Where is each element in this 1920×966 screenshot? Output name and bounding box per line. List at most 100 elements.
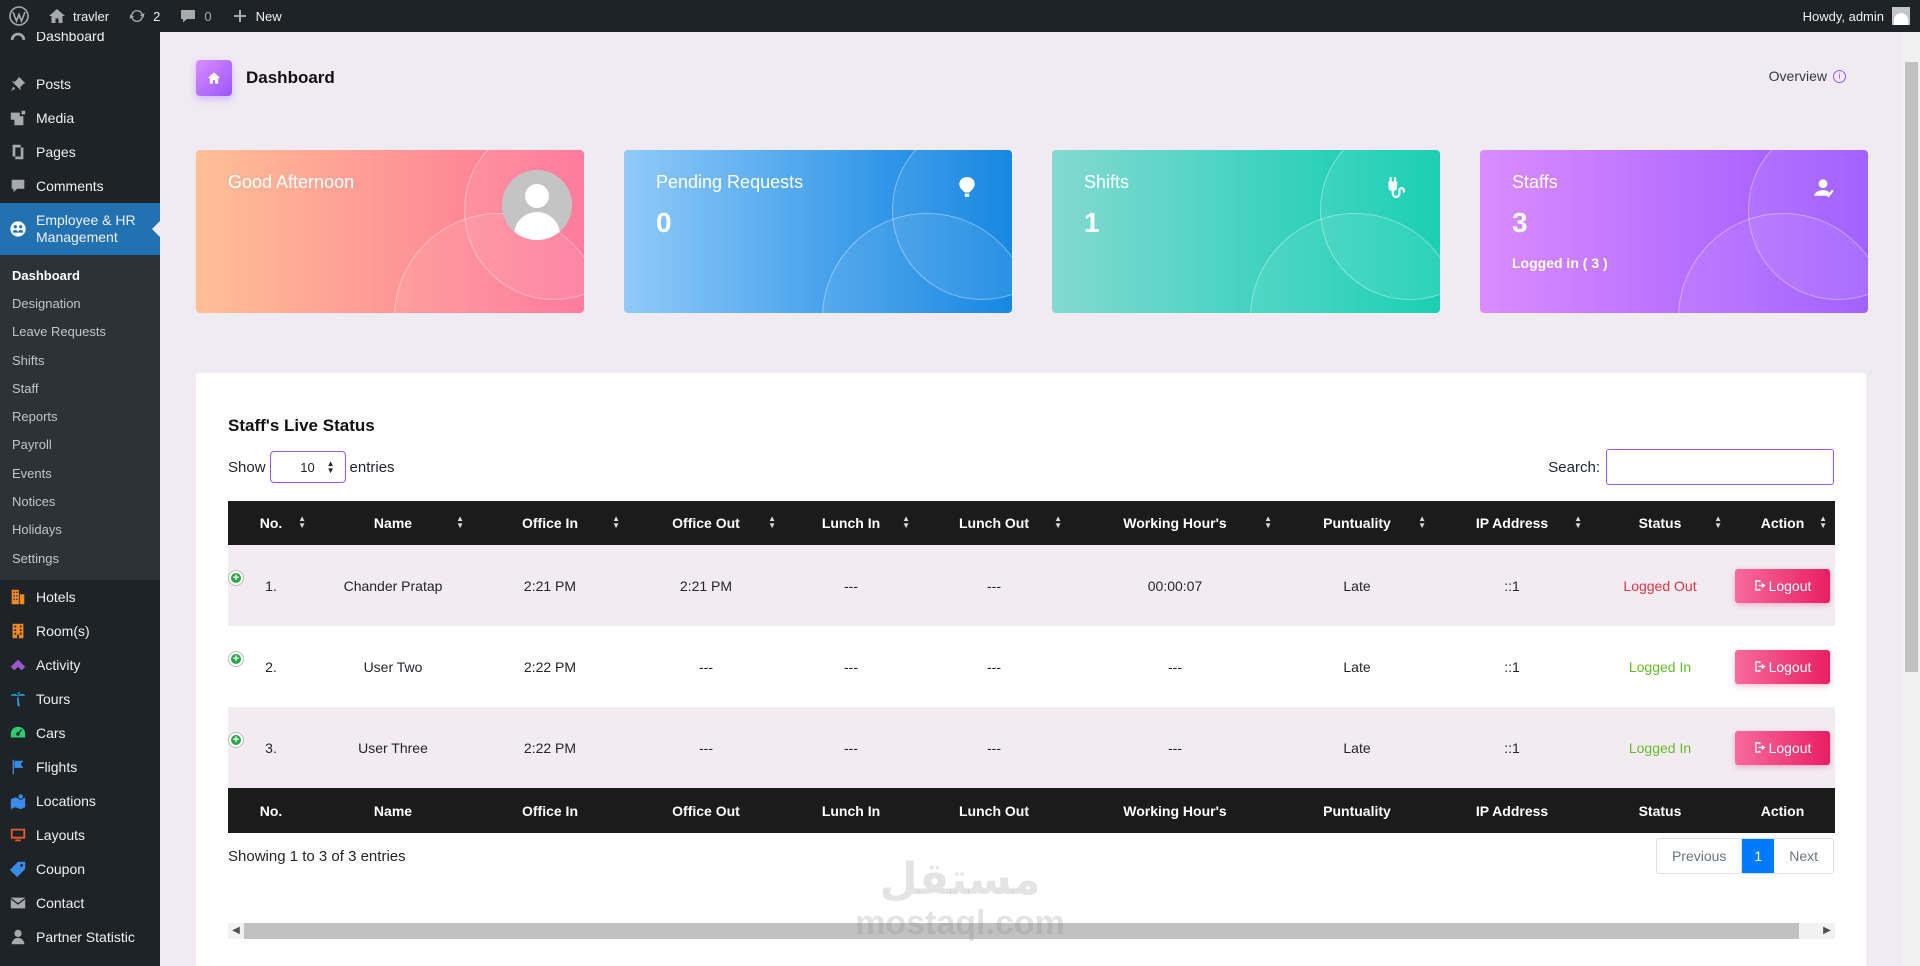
sidebar-label: Media (36, 110, 75, 126)
cell-status: Logged Out (1590, 545, 1730, 626)
home-icon (49, 9, 65, 23)
submenu-item-designation[interactable]: Designation (0, 289, 160, 317)
watermark-arabic: مستقل (879, 854, 1041, 905)
expand-row-icon[interactable]: + (229, 733, 243, 747)
overview-link[interactable]: Overview i (1769, 68, 1846, 84)
logout-button[interactable]: Logout (1735, 730, 1830, 765)
sort-icon: ▲ ▼ (298, 514, 306, 530)
sidebar-label: Employee & HR Management (36, 212, 136, 245)
sidebar-item-contact[interactable]: Contact (0, 886, 160, 920)
submenu-item-events[interactable]: Events (0, 459, 160, 487)
users-icon (8, 219, 28, 239)
info-icon: i (1833, 69, 1846, 83)
plug-icon (1384, 176, 1406, 198)
col-office-out[interactable]: Office Out ▲ ▼ (628, 501, 784, 545)
col-no[interactable]: No. ▲ ▼ (228, 501, 314, 545)
submenu-item-notices[interactable]: Notices (0, 487, 160, 515)
submenu-item-staff[interactable]: Staff (0, 374, 160, 402)
new-content-link[interactable]: New (221, 0, 291, 32)
submenu-item-settings[interactable]: Settings (0, 544, 160, 572)
vertical-scrollbar[interactable] (1903, 32, 1920, 966)
foot-col-working-hours: Working Hour's (1070, 788, 1280, 833)
refresh-icon (129, 9, 145, 23)
next-page-button[interactable]: Next (1774, 839, 1833, 873)
cell-ip: ::1 (1434, 626, 1590, 707)
sidebar-label: Room(s) (36, 623, 90, 640)
watermark-latin: mostaql.com (855, 904, 1065, 942)
sidebar-submenu: Dashboard Designation Leave Requests Shi… (0, 255, 160, 581)
sidebar-item-tours[interactable]: Tours (0, 682, 160, 716)
table-row: +2. User Two 2:22 PM --- --- --- --- Lat… (228, 626, 1835, 707)
entries-label: entries (349, 458, 395, 476)
scroll-right-icon[interactable]: ▶ (1819, 924, 1835, 938)
scroll-left-icon[interactable]: ◀ (228, 924, 244, 938)
wordpress-logo-icon[interactable] (0, 0, 38, 32)
cell-lunch-out: --- (918, 545, 1070, 626)
sidebar-item-pages[interactable]: Pages (0, 135, 160, 169)
col-working-hours[interactable]: Working Hour's ▲ ▼ (1070, 501, 1280, 545)
sidebar-item-dashboard[interactable]: Dashboard (0, 32, 160, 46)
sidebar-item-rooms[interactable]: Room(s) (0, 614, 160, 648)
sidebar-label: Pages (36, 144, 76, 160)
sort-icon: ▲ ▼ (902, 514, 910, 530)
sidebar-item-posts[interactable]: Posts (0, 67, 160, 101)
tag-icon (8, 859, 28, 879)
col-punctuality[interactable]: Puntuality ▲ ▼ (1280, 501, 1434, 545)
entries-select[interactable]: 10 ▲ ▼ (269, 451, 346, 483)
sign-out-icon (1754, 742, 1766, 753)
admin-bar: travler 2 0 New Howdy, admin (0, 0, 1920, 32)
updates-count: 2 (153, 8, 161, 24)
col-lunch-in[interactable]: Lunch In ▲ ▼ (784, 501, 918, 545)
col-ip-address[interactable]: IP Address ▲ ▼ (1434, 501, 1590, 545)
col-lunch-out[interactable]: Lunch Out ▲ ▼ (918, 501, 1070, 545)
pages-icon (8, 142, 28, 162)
sidebar-item-cars[interactable]: Cars (0, 716, 160, 750)
user-avatar (1892, 7, 1910, 25)
col-action[interactable]: Action ▲ ▼ (1730, 501, 1835, 545)
sidebar-item-employee-hr[interactable]: Employee & HR Management (0, 203, 160, 255)
sidebar-item-hotels[interactable]: Hotels (0, 580, 160, 614)
page-1-button[interactable]: 1 (1742, 839, 1775, 873)
submenu-item-shifts[interactable]: Shifts (0, 346, 160, 374)
pushpin-icon (8, 74, 28, 94)
building-icon (8, 621, 28, 641)
submenu-item-dashboard[interactable]: Dashboard (0, 261, 160, 289)
col-office-in[interactable]: Office In ▲ ▼ (472, 501, 628, 545)
col-status[interactable]: Status ▲ ▼ (1590, 501, 1730, 545)
cell-ip: ::1 (1434, 545, 1590, 626)
sidebar-item-activity[interactable]: Activity (0, 648, 160, 682)
search-input[interactable] (1606, 449, 1834, 485)
scroll-thumb[interactable] (1905, 62, 1918, 672)
table-row: +1. Chander Pratap 2:21 PM 2:21 PM --- -… (228, 545, 1835, 626)
cell-office-out: 2:21 PM (628, 545, 784, 626)
submenu-item-reports[interactable]: Reports (0, 402, 160, 430)
sidebar-item-media[interactable]: Media (0, 101, 160, 135)
cell-name: Chander Pratap (314, 545, 472, 626)
sidebar-label: Cars (36, 725, 66, 742)
page-header: Dashboard (196, 60, 335, 96)
expand-row-icon[interactable]: + (229, 571, 243, 585)
previous-page-button[interactable]: Previous (1657, 839, 1743, 873)
expand-row-icon[interactable]: + (229, 652, 243, 666)
submenu-item-leave-requests[interactable]: Leave Requests (0, 318, 160, 346)
submenu-item-payroll[interactable]: Payroll (0, 431, 160, 459)
table-header-row: No. ▲ ▼ Name ▲ ▼ Office In ▲ ▼ Office Out ▲ ▼ Lu… (228, 501, 1835, 545)
sidebar-label: Coupon (36, 861, 86, 878)
greeting-text: Good Afternoon (228, 172, 355, 192)
col-name[interactable]: Name ▲ ▼ (314, 501, 472, 545)
comments-link[interactable]: 0 (169, 0, 220, 32)
logout-button[interactable]: Logout (1735, 568, 1830, 603)
logout-button[interactable]: Logout (1735, 649, 1830, 684)
sidebar-item-coupon[interactable]: Coupon (0, 852, 160, 886)
updates-link[interactable]: 2 (118, 0, 169, 32)
sidebar-item-locations[interactable]: Locations (0, 784, 160, 818)
shifts-value: 1 (1084, 207, 1100, 238)
sidebar-item-comments[interactable]: Comments (0, 169, 160, 203)
sidebar-item-partner-statistic[interactable]: Partner Statistic (0, 920, 160, 954)
sidebar-item-layouts[interactable]: Layouts (0, 818, 160, 852)
sidebar-item-flights[interactable]: Flights (0, 750, 160, 784)
comments-icon (8, 176, 28, 196)
site-name-link[interactable]: travler (38, 0, 118, 32)
my-account[interactable]: Howdy, admin (1803, 7, 1920, 25)
submenu-item-holidays[interactable]: Holidays (0, 516, 160, 544)
